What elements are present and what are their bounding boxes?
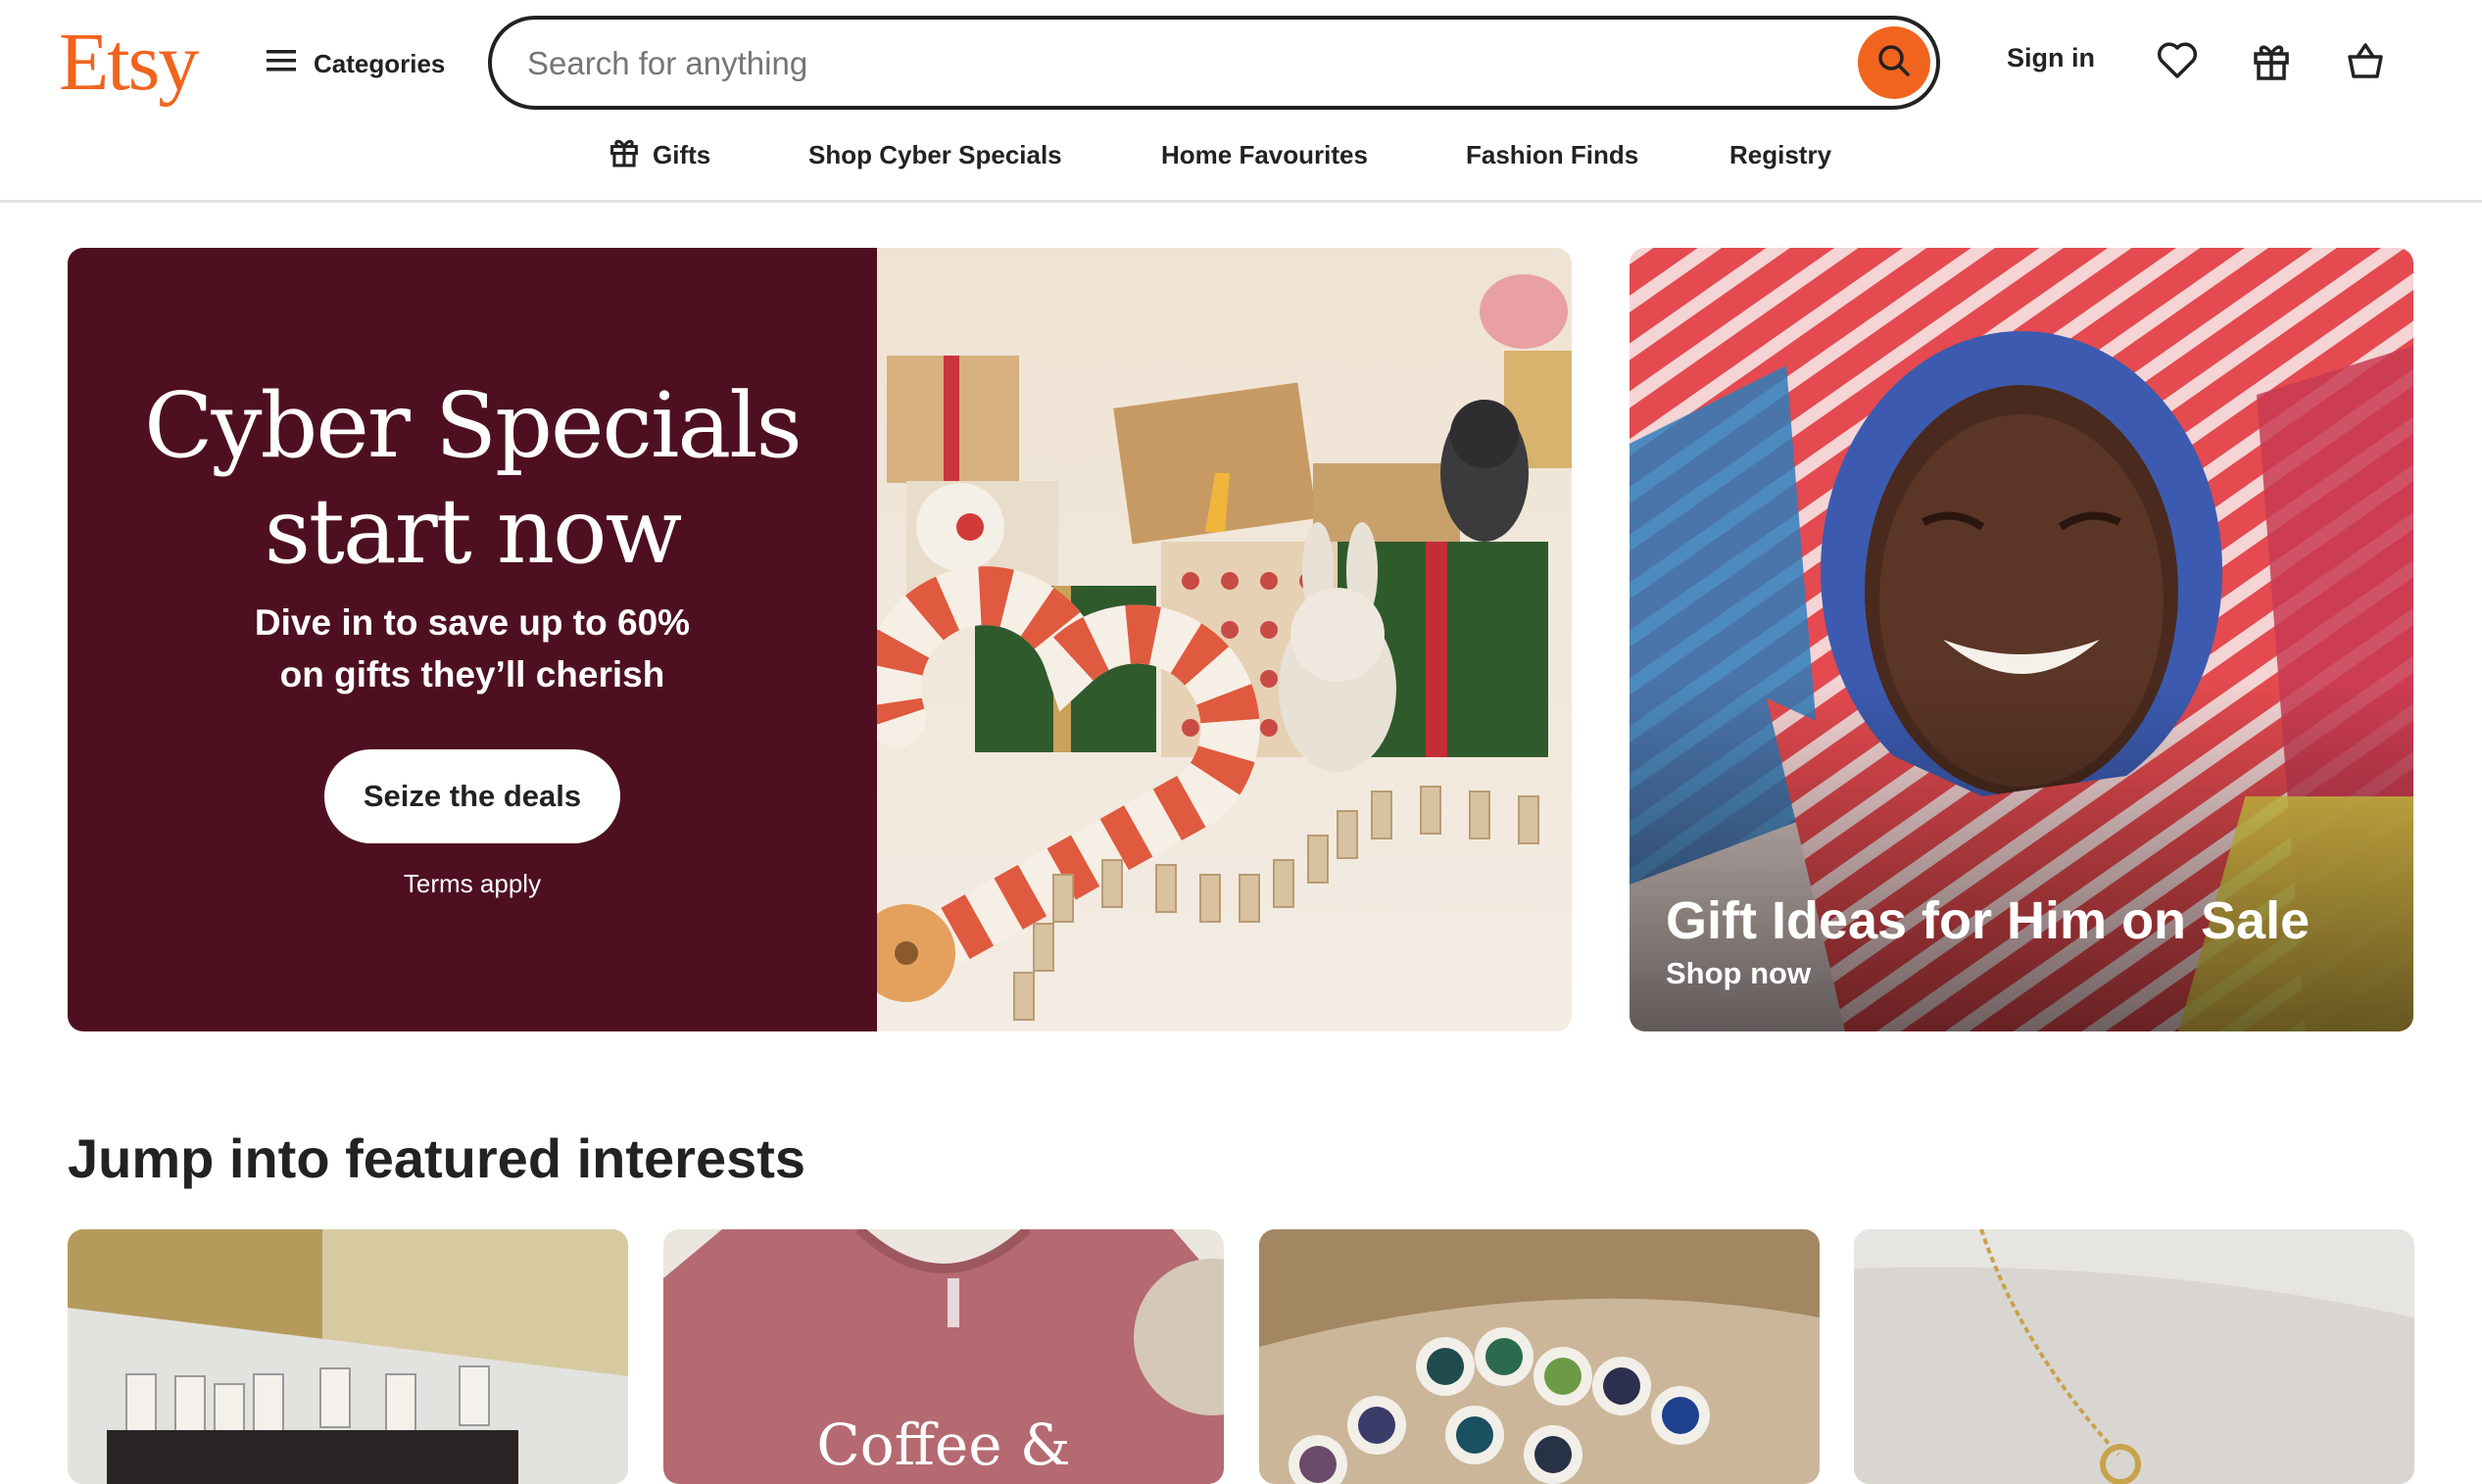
sign-in-link[interactable]: Sign in	[2007, 43, 2095, 73]
hamburger-icon	[267, 48, 296, 80]
seize-deals-button[interactable]: Seize the deals	[324, 749, 620, 843]
interest-card-paint-pots[interactable]	[1259, 1229, 1820, 1484]
gift-icon	[608, 135, 653, 175]
categories-label: Categories	[314, 48, 446, 78]
search-icon	[1874, 41, 1914, 85]
tshirt-photo: Coffee &	[663, 1229, 1224, 1484]
dominoes-photo	[68, 1229, 628, 1484]
nav-item-fashion-finds[interactable]: Fashion Finds	[1466, 127, 1638, 182]
promo-panel: Cyber Specials start now Dive in to save…	[68, 248, 877, 1031]
terms-link[interactable]: Terms apply	[68, 869, 877, 899]
promo-title: Cyber Specials start now	[144, 373, 803, 584]
heart-icon	[2156, 41, 2199, 85]
interest-card-coffee-shirt[interactable]: Coffee &	[663, 1229, 1224, 1484]
nav-item-home-favourites[interactable]: Home Favourites	[1161, 127, 1368, 182]
interest-card-dominoes[interactable]	[68, 1229, 628, 1484]
basket-icon	[2344, 39, 2387, 87]
favorites-button[interactable]	[2150, 35, 2205, 90]
cyber-specials-banner: Cyber Specials start now Dive in to save…	[68, 248, 1572, 1031]
site-header: Etsy Categories Sign in Gifts	[0, 0, 2482, 203]
search-button[interactable]	[1858, 26, 1930, 99]
search-input[interactable]	[525, 20, 1803, 108]
gift-mode-button[interactable]	[2244, 35, 2299, 90]
search-bar	[488, 16, 1940, 110]
nav-item-shop-cyber-specials[interactable]: Shop Cyber Specials	[808, 127, 1062, 182]
etsy-logo[interactable]: Etsy	[59, 14, 199, 112]
gifts-photo	[857, 248, 1572, 1031]
nav-item-gifts[interactable]: Gifts	[608, 127, 710, 182]
gift-ideas-for-him-banner[interactable]: Gift Ideas for Him on Sale Shop now	[1630, 248, 2413, 1031]
interest-card-necklace[interactable]	[1854, 1229, 2414, 1484]
nav-item-registry[interactable]: Registry	[1729, 127, 1831, 182]
nav-item-label: Gifts	[653, 139, 711, 169]
featured-interests-title: Jump into featured interests	[68, 1127, 806, 1189]
gift-icon	[2250, 39, 2293, 87]
shop-now-link[interactable]: Shop now	[1666, 952, 2310, 995]
shirt-print-text: Coffee &	[816, 1412, 1070, 1478]
promo-subtitle: Dive in to save up to 60% on gifts they’…	[254, 602, 691, 694]
necklace-photo	[1854, 1229, 2414, 1484]
cart-button[interactable]	[2338, 35, 2393, 90]
categories-button[interactable]: Categories	[267, 37, 445, 90]
paint-pots-photo	[1259, 1229, 1820, 1484]
gift-ideas-caption: Gift Ideas for Him on Sale Shop now	[1666, 889, 2310, 995]
gift-ideas-title: Gift Ideas for Him on Sale	[1666, 891, 2311, 950]
